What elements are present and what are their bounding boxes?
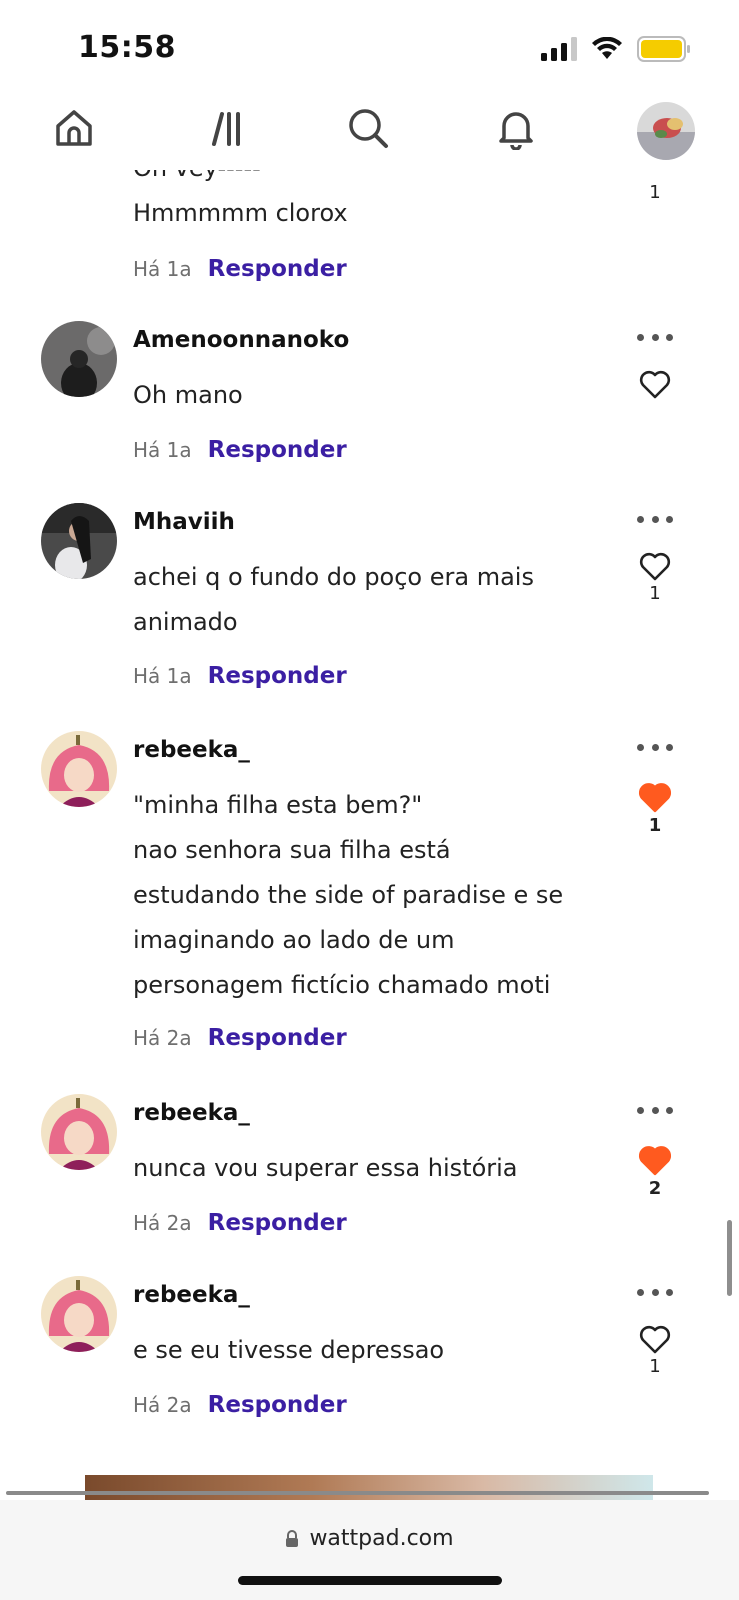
like-count: 1 — [649, 583, 661, 604]
comment-text: "minha filha esta bem?" nao senhora sua … — [133, 791, 564, 999]
comment-text: nunca vou superar essa história — [133, 1154, 518, 1182]
like-button[interactable]: 1 — [637, 1324, 673, 1377]
like-count: 1 — [649, 182, 661, 203]
heart-icon — [639, 1325, 671, 1354]
like-count: 1 — [649, 1356, 661, 1377]
ad-banner-image[interactable] — [85, 1475, 653, 1503]
reply-button[interactable]: Responder — [208, 256, 347, 282]
comment-meta: Há 2a Responder — [133, 1025, 347, 1051]
comment-time: Há 1a — [133, 257, 192, 281]
browser-bar: wattpad.com — [0, 1500, 739, 1600]
comment-meta: Há 2a Responder — [133, 1392, 347, 1418]
avatar[interactable] — [41, 1094, 117, 1170]
avatar[interactable] — [41, 731, 117, 807]
comment-time: Há 2a — [133, 1211, 192, 1235]
comment-username[interactable]: rebeeka_ — [133, 1282, 250, 1308]
comment-meta: Há 2a Responder — [133, 1210, 347, 1236]
like-count: 2 — [648, 1178, 662, 1199]
heart-icon — [639, 552, 671, 581]
like-button[interactable] — [637, 369, 673, 401]
comment-username[interactable]: rebeeka_ — [133, 737, 250, 763]
search-button[interactable] — [342, 102, 394, 154]
library-icon — [212, 112, 240, 146]
avatar[interactable] — [41, 321, 117, 397]
like-button[interactable]: 1 — [637, 180, 673, 203]
status-time: 15:58 — [78, 30, 176, 65]
like-button[interactable]: 1 — [637, 781, 673, 836]
comment-meta: Há 1a Responder — [133, 256, 347, 282]
comment-meta: Há 1a Responder — [133, 437, 347, 463]
comment-time: Há 1a — [133, 664, 192, 688]
status-bar: 15:58 — [0, 0, 739, 96]
library-button[interactable] — [196, 102, 248, 154]
comment-time: Há 1a — [133, 438, 192, 462]
like-count: 1 — [648, 815, 662, 836]
url-bar[interactable]: wattpad.com — [0, 1526, 739, 1551]
home-icon — [56, 110, 92, 146]
comment-username[interactable]: rebeeka_ — [133, 1100, 250, 1126]
comment-text: Oh mano — [133, 381, 243, 409]
lock-icon — [286, 1529, 299, 1547]
signal-icon — [541, 37, 577, 61]
avatar[interactable] — [41, 503, 117, 579]
comment-meta: Há 1a Responder — [133, 663, 347, 689]
home-indicator[interactable] — [238, 1576, 502, 1585]
comment-text: achei q o fundo do poço era mais animado — [133, 563, 534, 636]
heart-filled-icon — [639, 783, 671, 813]
comment-time: Há 2a — [133, 1393, 192, 1417]
url-text: wattpad.com — [309, 1526, 454, 1551]
more-options-icon[interactable] — [637, 1286, 673, 1298]
scrollbar[interactable] — [727, 1220, 732, 1296]
home-button[interactable] — [48, 102, 100, 154]
divider — [6, 1491, 709, 1495]
notifications-button[interactable] — [490, 102, 542, 154]
comment-time: Há 2a — [133, 1026, 192, 1050]
top-nav — [0, 96, 739, 170]
comment-text: e se eu tivesse depressao — [133, 1336, 445, 1364]
reply-button[interactable]: Responder — [208, 1025, 347, 1051]
more-options-icon[interactable] — [637, 1104, 673, 1116]
more-options-icon[interactable] — [637, 331, 673, 343]
reply-button[interactable]: Responder — [208, 1392, 347, 1418]
more-options-icon[interactable] — [637, 513, 673, 525]
wifi-icon — [592, 37, 622, 59]
like-button[interactable]: 1 — [637, 551, 673, 604]
profile-avatar[interactable] — [637, 102, 695, 160]
reply-button[interactable]: Responder — [208, 663, 347, 689]
reply-button[interactable]: Responder — [208, 437, 347, 463]
heart-filled-icon — [639, 1146, 671, 1176]
avatar[interactable] — [41, 1276, 117, 1352]
battery-icon — [637, 36, 690, 62]
more-options-icon[interactable] — [637, 741, 673, 753]
comments-list: Oh vey----- Hmmmmm clorox Há 1a Responde… — [0, 96, 739, 1476]
comment-username[interactable]: Amenoonnanoko — [133, 327, 349, 353]
reply-button[interactable]: Responder — [208, 1210, 347, 1236]
like-button[interactable]: 2 — [637, 1144, 673, 1199]
status-icons — [541, 36, 691, 62]
comment-username[interactable]: Mhaviih — [133, 509, 235, 535]
bell-icon — [499, 112, 533, 150]
search-icon — [349, 109, 388, 148]
heart-icon — [639, 370, 671, 399]
